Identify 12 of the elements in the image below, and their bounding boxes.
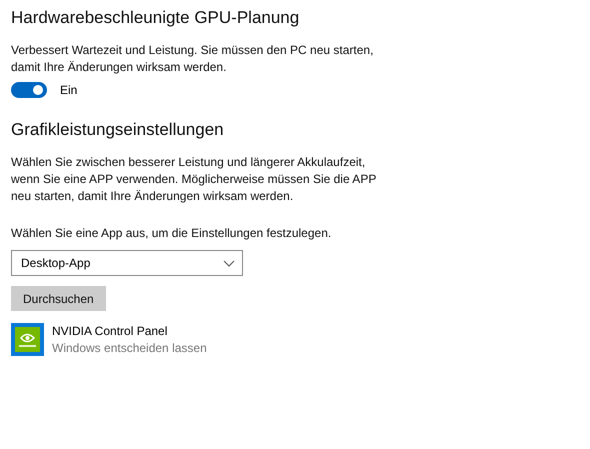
app-list-item[interactable]: NVIDIA Control Panel Windows entscheiden lassen bbox=[52, 323, 207, 357]
toggle-switch[interactable] bbox=[11, 82, 47, 98]
section-heading: Hardwarebeschleunigte GPU-Planung bbox=[11, 8, 300, 28]
toggle-label: Ein bbox=[60, 83, 78, 97]
browse-button[interactable]: Durchsuchen bbox=[11, 286, 106, 311]
chevron-down-icon bbox=[223, 260, 235, 266]
app-type-dropdown[interactable]: Desktop-App bbox=[11, 250, 243, 276]
section-heading: Grafikleistungseinstellungen bbox=[11, 120, 225, 140]
description-text: Wählen Sie zwischen besserer Leistung und längerer Akkulaufzeit, wenn Sie eine APP verwenden. Möglicherweise müssen Sie die APP neu starten, damit Ihre Änderungen wirksam werden. bbox=[11, 154, 378, 205]
app-logo-icon bbox=[11, 323, 44, 356]
description-text: Wählen Sie eine App aus, um die Einstellungen festzulegen. bbox=[11, 225, 332, 242]
description-text: Verbessert Wartezeit und Leistung. Sie müssen den PC neu starten, damit Ihre Änderungen wirksam werden. bbox=[11, 42, 374, 76]
